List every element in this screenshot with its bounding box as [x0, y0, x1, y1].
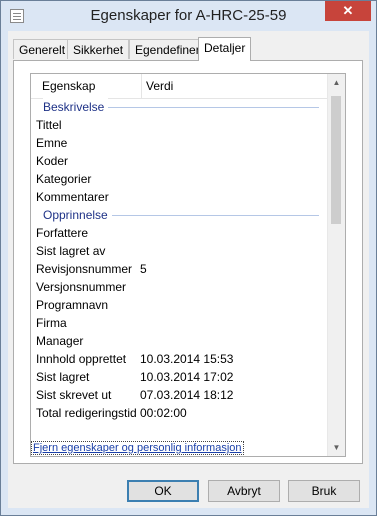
property-row[interactable]: Versjonsnummer — [31, 278, 329, 296]
property-name: Kommentarer — [36, 190, 109, 204]
column-header-value[interactable]: Verdi — [146, 79, 173, 93]
property-row[interactable]: Kommentarer — [31, 188, 329, 206]
property-name: Firma — [36, 316, 67, 330]
group-title: Beskrivelse — [43, 98, 109, 116]
properties-window: Egenskaper for A-HRC-25-59 ✕ Generelt Si… — [0, 0, 377, 516]
property-name: Innhold opprettet — [36, 352, 127, 366]
group-title: Opprinnelse — [43, 206, 112, 224]
property-row[interactable]: Tittel — [31, 116, 329, 134]
property-name: Sist lagret — [36, 370, 90, 384]
close-button[interactable]: ✕ — [325, 1, 371, 21]
property-name: Total redigeringstid — [36, 406, 137, 420]
property-row[interactable]: Revisjonsnummer 5 — [31, 260, 329, 278]
property-name: Revisjonsnummer — [36, 262, 133, 276]
window-title: Egenskaper for A-HRC-25-59 — [90, 7, 287, 24]
properties-list[interactable]: Egenskap Verdi Beskrivelse Tittel Emne Kode… — [30, 73, 346, 457]
property-row[interactable]: Emne — [31, 134, 329, 152]
tab-sikkerhet[interactable]: Sikkerhet — [67, 39, 130, 59]
property-name: Kategorier — [36, 172, 92, 186]
property-name: Versjonsnummer — [36, 280, 127, 294]
property-value: 5 — [140, 262, 147, 276]
property-name: Programnavn — [36, 298, 109, 312]
scroll-up-icon[interactable]: ▲ — [328, 74, 345, 91]
tab-generelt[interactable]: Generelt — [13, 39, 72, 59]
vertical-scrollbar[interactable]: ▲ ▼ — [327, 74, 345, 456]
property-row[interactable]: Firma — [31, 314, 329, 332]
group-header[interactable]: Opprinnelse — [31, 206, 329, 224]
column-header-property[interactable]: Egenskap — [42, 79, 95, 93]
property-name: Sist skrevet ut — [36, 388, 112, 402]
property-name: Forfattere — [36, 226, 89, 240]
remove-properties-link[interactable]: Fjern egenskaper og personlig informasjo… — [31, 441, 244, 455]
scroll-thumb[interactable] — [331, 96, 341, 224]
dialog-body: Generelt Sikkerhet Egendefinert Detaljer… — [8, 31, 369, 508]
property-name: Manager — [36, 334, 84, 348]
group-header[interactable]: Beskrivelse — [31, 98, 329, 116]
property-row[interactable]: Sist lagret av — [31, 242, 329, 260]
property-row[interactable]: Manager — [31, 332, 329, 350]
property-row[interactable]: Forfattere — [31, 224, 329, 242]
property-row[interactable]: Programnavn — [31, 296, 329, 314]
title-bar[interactable]: Egenskaper for A-HRC-25-59 ✕ — [1, 1, 376, 31]
property-row[interactable]: Kategorier — [31, 170, 329, 188]
apply-button[interactable]: Bruk — [288, 480, 360, 502]
property-value: 00:02:00 — [140, 406, 187, 420]
property-row[interactable]: Innhold opprettet 10.03.2014 15:53 — [31, 350, 329, 368]
cancel-button[interactable]: Avbryt — [208, 480, 280, 502]
property-row[interactable]: Sist lagret 10.03.2014 17:02 — [31, 368, 329, 386]
list-rows: Beskrivelse Tittel Emne Koder Kategorier Komm… — [31, 98, 329, 422]
tab-detaljer[interactable]: Detaljer — [198, 37, 252, 61]
property-name: Koder — [36, 154, 69, 168]
property-row[interactable]: Koder — [31, 152, 329, 170]
property-name: Tittel — [36, 118, 62, 132]
property-name: Sist lagret av — [36, 244, 106, 258]
property-value: 10.03.2014 17:02 — [140, 370, 234, 384]
list-header: Egenskap Verdi — [31, 74, 329, 99]
ok-button[interactable]: OK — [127, 480, 199, 502]
property-value: 10.03.2014 15:53 — [140, 352, 234, 366]
property-row[interactable]: Total redigeringstid 00:02:00 — [31, 404, 329, 422]
details-panel: Egenskap Verdi Beskrivelse Tittel Emne Kode… — [13, 60, 363, 464]
property-value: 07.03.2014 18:12 — [140, 388, 234, 402]
property-row[interactable]: Sist skrevet ut 07.03.2014 18:12 — [31, 386, 329, 404]
property-name: Emne — [36, 136, 68, 150]
column-divider[interactable] — [141, 74, 142, 98]
scroll-down-icon[interactable]: ▼ — [328, 439, 345, 456]
